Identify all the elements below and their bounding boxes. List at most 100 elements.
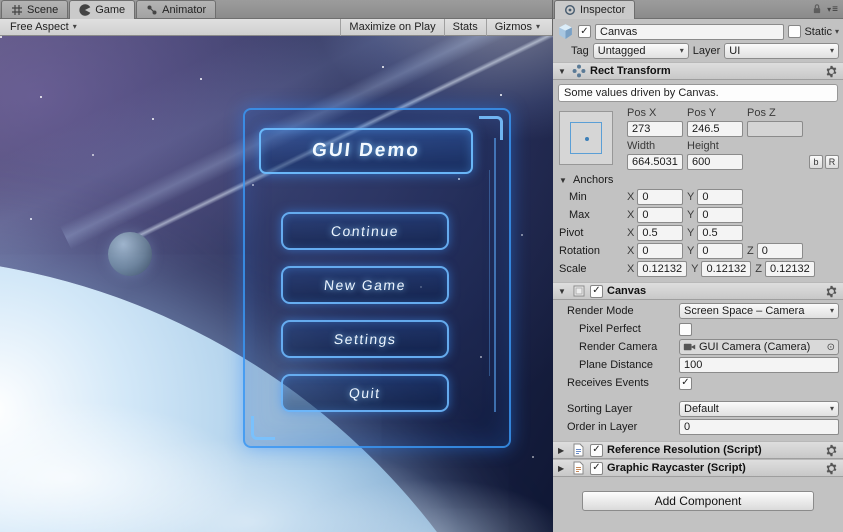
anchor-max-x-field[interactable]: 0 (637, 207, 683, 223)
game-toolbar: Free Aspect ▾ Maximize on Play Stats Giz… (0, 18, 552, 36)
render-mode-dropdown[interactable]: Screen Space – Camera ▾ (679, 303, 839, 319)
static-dropdown-icon[interactable]: ▾ (835, 27, 839, 36)
render-camera-object-field[interactable]: GUI Camera (Camera) ⊙ (679, 339, 839, 355)
name-field[interactable]: Canvas (595, 23, 785, 40)
animator-icon (146, 4, 158, 16)
new-game-button[interactable]: New Game (281, 266, 449, 304)
canvas-enabled-checkbox[interactable]: ✓ (590, 284, 603, 298)
graphic-raycaster-checkbox[interactable]: ✓ (590, 461, 603, 475)
static-checkbox[interactable] (788, 25, 802, 38)
driven-values-note: Some values driven by Canvas. (558, 84, 838, 102)
sorting-layer-dropdown[interactable]: Default ▾ (679, 401, 839, 417)
y-axis-label: Y (687, 227, 695, 239)
menu-lines-icon: ≡ (832, 3, 839, 15)
canvas-component-header[interactable]: ▼ ✓ Canvas (553, 282, 843, 300)
graphic-raycaster-title: Graphic Raycaster (Script) (607, 462, 746, 474)
plane-distance-field[interactable]: 100 (679, 357, 839, 373)
stars (0, 36, 2, 38)
layer-label: Layer (692, 44, 721, 57)
rotation-y-field[interactable]: 0 (697, 243, 743, 259)
add-component-area: Add Component (553, 491, 843, 511)
order-in-layer-row: Order in Layer 0 (553, 418, 843, 436)
foldout-closed-icon[interactable]: ▶ (558, 464, 568, 473)
min-label: Min (569, 191, 587, 203)
height-field[interactable]: 600 (687, 154, 743, 170)
tag-dropdown[interactable]: Untagged ▾ (592, 42, 689, 59)
aspect-dropdown-label: Free Aspect (10, 21, 69, 33)
pivot-y-field[interactable]: 0.5 (697, 225, 743, 241)
camera-icon (683, 342, 696, 352)
gizmos-dropdown[interactable]: Gizmos ▾ (485, 18, 548, 36)
continue-button[interactable]: Continue (281, 212, 449, 250)
rect-preview-pivot (585, 137, 589, 141)
scene-grid-icon (11, 4, 23, 16)
object-picker-icon[interactable]: ⊙ (827, 342, 835, 353)
pivot-x-field[interactable]: 0.5 (637, 225, 683, 241)
receives-events-row: Receives Events ✓ (553, 374, 843, 392)
add-component-button[interactable]: Add Component (582, 491, 814, 511)
anchor-max-y-field[interactable]: 0 (697, 207, 743, 223)
rotation-y-value: 0 (702, 245, 709, 257)
z-axis-label: Z (747, 245, 754, 257)
aspect-dropdown[interactable]: Free Aspect ▾ (4, 20, 83, 35)
inspector-tabstrip: Inspector ▾≡ (553, 0, 843, 19)
pos-x-field[interactable]: 273 (627, 121, 683, 137)
layer-dropdown[interactable]: UI ▾ (724, 42, 839, 59)
add-component-label: Add Component (654, 494, 742, 508)
tab-scene[interactable]: Scene (1, 0, 69, 18)
y-axis-label: Y (691, 263, 699, 275)
rect-transform-header[interactable]: ▼ Rect Transform (553, 62, 843, 80)
gear-icon[interactable] (825, 285, 838, 298)
panel-decor-line (489, 170, 490, 376)
rotation-row: Rotation X0 Y0 Z0 (559, 242, 839, 260)
tab-animator[interactable]: Animator (136, 0, 217, 18)
tab-inspector[interactable]: Inspector (554, 0, 636, 19)
graphic-raycaster-header[interactable]: ▶ ✓ Graphic Raycaster (Script) (553, 459, 843, 477)
anchors-foldout[interactable]: ▼ Anchors (559, 172, 843, 188)
scale-y-field[interactable]: 0.12132 (701, 261, 752, 277)
rotation-x-field[interactable]: 0 (637, 243, 683, 259)
reference-resolution-header[interactable]: ▶ ✓ Reference Resolution (Script) (553, 441, 843, 459)
continue-label: Continue (330, 223, 400, 239)
reference-resolution-checkbox[interactable]: ✓ (590, 443, 603, 457)
raw-edit-button[interactable]: R (825, 155, 839, 169)
active-checkbox[interactable]: ✓ (578, 25, 591, 38)
rotation-z-field[interactable]: 0 (756, 243, 803, 259)
gear-icon[interactable] (825, 462, 838, 475)
context-menu-icon[interactable]: ▾≡ (827, 4, 839, 15)
x-axis-label: X (627, 227, 635, 239)
sorting-layer-value: Default (684, 403, 719, 415)
scale-x-field[interactable]: 0.12132 (637, 261, 688, 277)
quit-label: Quit (348, 385, 382, 401)
anchor-min-x-field[interactable]: 0 (637, 189, 683, 205)
foldout-open-icon[interactable]: ▼ (558, 67, 568, 76)
receives-events-checkbox[interactable]: ✓ (679, 376, 692, 390)
scale-x-value: 0.12132 (642, 263, 683, 275)
plane-distance-label: Plane Distance (579, 359, 653, 371)
rect-preview[interactable] (559, 111, 613, 165)
foldout-open-icon[interactable]: ▼ (558, 287, 568, 296)
pixel-perfect-checkbox[interactable] (679, 322, 692, 336)
blueprint-mode-button[interactable]: b (809, 155, 823, 169)
anchor-max-y-value: 0 (702, 209, 709, 221)
gear-icon[interactable] (825, 65, 838, 78)
rotation-z-value: 0 (761, 245, 768, 257)
scale-z-field[interactable]: 0.12132 (764, 261, 815, 277)
settings-button[interactable]: Settings (281, 320, 449, 358)
lock-icon[interactable] (812, 3, 822, 15)
stats-button[interactable]: Stats (443, 18, 486, 36)
quit-button[interactable]: Quit (281, 374, 449, 412)
anchor-min-y-field[interactable]: 0 (697, 189, 743, 205)
tab-game[interactable]: Game (69, 0, 136, 19)
receives-events-label: Receives Events (567, 377, 649, 389)
order-in-layer-field[interactable]: 0 (679, 419, 839, 435)
foldout-closed-icon[interactable]: ▶ (558, 446, 568, 455)
gear-icon[interactable] (825, 444, 838, 457)
pos-y-field[interactable]: 246.5 (687, 121, 743, 137)
height-value: 600 (692, 156, 711, 168)
scale-z-value: 0.12132 (769, 263, 810, 275)
inspector-pane: Inspector ▾≡ ✓ Canvas Static ▾ Tag Untag… (553, 0, 843, 532)
width-field[interactable]: 664.5031 (627, 154, 683, 170)
gizmos-label: Gizmos (494, 21, 532, 33)
maximize-on-play-button[interactable]: Maximize on Play (340, 18, 443, 36)
